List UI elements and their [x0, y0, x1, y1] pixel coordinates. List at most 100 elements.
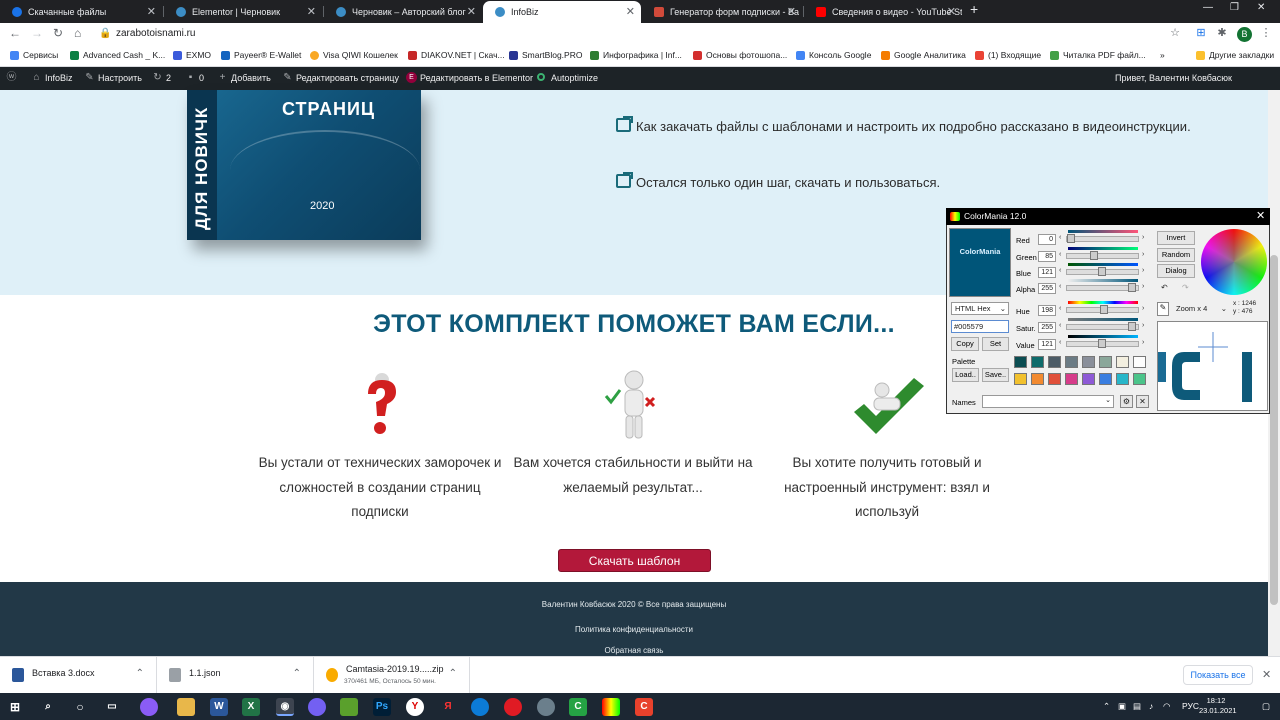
slider-thumb[interactable]: [1098, 267, 1106, 276]
zoom-select[interactable]: Zoom x 4 ⌄: [1173, 302, 1229, 316]
format-select[interactable]: HTML Hex ⌄: [951, 302, 1009, 315]
random-button[interactable]: Random: [1157, 248, 1195, 262]
bookmark-item[interactable]: SmartBlog.PRO: [509, 50, 582, 60]
wifi-icon[interactable]: ◠: [1163, 701, 1170, 712]
translate-icon[interactable]: ⊞: [1195, 27, 1207, 39]
arrow-left-icon[interactable]: ‹: [1059, 283, 1061, 290]
green-slider[interactable]: [1066, 253, 1139, 259]
palette-color-swatch[interactable]: [1065, 373, 1078, 385]
taskbar-clock[interactable]: 18:12 23.01.2021: [1199, 696, 1237, 716]
bookmark-item[interactable]: Google Аналитика: [881, 50, 966, 60]
bookmark-item[interactable]: Читалка PDF файл...: [1050, 50, 1146, 60]
app-icon-gray[interactable]: [537, 698, 555, 716]
palette-color-swatch[interactable]: [1031, 356, 1044, 368]
palette-color-swatch[interactable]: [1099, 373, 1112, 385]
palette-color-swatch[interactable]: [1065, 356, 1078, 368]
volume-icon[interactable]: ♪: [1149, 701, 1153, 711]
palette-color-swatch[interactable]: [1082, 356, 1095, 368]
tab-infobiz[interactable]: InfoBiz ✕: [483, 1, 641, 23]
close-icon[interactable]: ✕: [947, 1, 956, 23]
close-icon[interactable]: ✕: [787, 1, 796, 23]
chevron-up-icon[interactable]: ⌃: [293, 668, 301, 679]
arrow-left-icon[interactable]: ‹: [1059, 234, 1061, 241]
address-bar[interactable]: zarabotoisnami.ru: [116, 28, 195, 39]
scrollbar-thumb[interactable]: [1270, 255, 1278, 605]
bookmark-item[interactable]: Инфографика | Inf...: [590, 50, 682, 60]
names-select[interactable]: ⌄: [982, 395, 1114, 408]
bookmark-other[interactable]: Другие закладки: [1196, 50, 1274, 60]
arrow-left-icon[interactable]: ‹: [1059, 322, 1061, 329]
menu-icon[interactable]: ⋮: [1260, 27, 1272, 39]
palette-color-swatch[interactable]: [1082, 373, 1095, 385]
minimize-icon[interactable]: —: [1203, 2, 1213, 13]
tab-elementor[interactable]: Elementor | Черновик ✕: [164, 1, 322, 23]
yandex-icon[interactable]: Я: [439, 698, 457, 716]
tab-draft-blog[interactable]: Черновик – Авторский блог ✕: [324, 1, 482, 23]
bookmark-item[interactable]: Сервисы: [10, 50, 58, 60]
slider-thumb[interactable]: [1100, 305, 1108, 314]
arrow-left-icon[interactable]: ‹: [1059, 267, 1061, 274]
chrome-icon[interactable]: ◉: [276, 698, 294, 716]
gear-icon[interactable]: ⚙: [1120, 395, 1133, 408]
undo-icon[interactable]: ↶: [1161, 283, 1168, 292]
download-item-in-progress[interactable]: Camtasia-2019.19.....zip 370/461 МБ, Оста…: [314, 657, 470, 694]
download-template-button[interactable]: Скачать шаблон: [558, 549, 711, 572]
forward-icon[interactable]: →: [31, 26, 43, 40]
download-item[interactable]: Вставка 3.docx ⌃: [0, 657, 157, 694]
red-slider[interactable]: [1066, 236, 1139, 242]
palette-color-swatch[interactable]: [1031, 373, 1044, 385]
home-icon[interactable]: ⌂: [74, 26, 81, 40]
bookmarks-overflow-button[interactable]: »: [1160, 50, 1165, 60]
app-icon-purple[interactable]: [140, 698, 158, 716]
windows-start-icon[interactable]: ⊞: [6, 698, 24, 716]
bookmark-item[interactable]: EXMO: [173, 50, 211, 60]
arrow-right-icon[interactable]: ›: [1142, 339, 1144, 346]
save-palette-button[interactable]: Save..: [982, 368, 1009, 382]
slider-thumb[interactable]: [1067, 234, 1075, 243]
bookmark-item[interactable]: Основы фотошопа...: [693, 50, 787, 60]
edge-icon[interactable]: [471, 698, 489, 716]
wp-updates[interactable]: ↻ 2: [152, 72, 171, 83]
hue-value[interactable]: 198: [1038, 305, 1056, 316]
arrow-left-icon[interactable]: ‹: [1059, 339, 1061, 346]
red-value[interactable]: 0: [1038, 234, 1056, 245]
wp-edit-page[interactable]: ✎ Редактировать страницу: [282, 72, 399, 83]
colormania-taskbar-icon[interactable]: [602, 698, 620, 716]
bookmark-item[interactable]: Payeer® E-Wallet: [221, 50, 301, 60]
reload-icon[interactable]: ↻: [53, 26, 63, 40]
notes-icon[interactable]: [340, 698, 358, 716]
close-icon[interactable]: ✕: [1256, 209, 1265, 222]
wp-new[interactable]: + Добавить: [217, 72, 271, 83]
lock-icon[interactable]: 🔒: [99, 28, 111, 39]
wp-autoptimize[interactable]: Autoptimize: [537, 73, 598, 83]
tray-chevron-icon[interactable]: ⌃: [1103, 701, 1110, 712]
bookmark-item[interactable]: DIAKOV.NET | Скач...: [408, 50, 505, 60]
wp-customize[interactable]: ✎ Настроить: [84, 72, 142, 83]
feedback-link[interactable]: Обратная связь: [0, 646, 1268, 655]
eyedropper-icon[interactable]: ✎: [1157, 302, 1169, 316]
invert-button[interactable]: Invert: [1157, 231, 1195, 245]
palette-color-swatch[interactable]: [1133, 373, 1146, 385]
wp-account[interactable]: Привет, Валентин Ковбасюк: [1115, 73, 1232, 83]
set-button[interactable]: Set: [982, 337, 1009, 351]
show-all-downloads-button[interactable]: Показать все: [1183, 665, 1253, 685]
bookmark-item[interactable]: (1) Входящие: [975, 50, 1041, 60]
arrow-left-icon[interactable]: ‹: [1059, 251, 1061, 258]
star-icon[interactable]: ☆: [1169, 27, 1181, 39]
excel-icon[interactable]: X: [242, 698, 260, 716]
arrow-right-icon[interactable]: ›: [1142, 234, 1144, 241]
wp-edit-elementor[interactable]: E Редактировать в Elementor: [406, 72, 533, 83]
task-view-icon[interactable]: ▭: [103, 698, 121, 716]
wp-comments[interactable]: ▪ 0: [185, 72, 204, 83]
word-icon[interactable]: W: [210, 698, 228, 716]
load-palette-button[interactable]: Load..: [952, 368, 979, 382]
arrow-right-icon[interactable]: ›: [1142, 251, 1144, 258]
palette-color-swatch[interactable]: [1133, 356, 1146, 368]
network-icon[interactable]: ▤: [1133, 701, 1141, 712]
saturation-value[interactable]: 255: [1038, 322, 1056, 333]
download-item[interactable]: 1.1.json ⌃: [157, 657, 314, 694]
bookmark-item[interactable]: Visa QIWI Кошелек: [310, 50, 398, 60]
clear-icon[interactable]: ✕: [1136, 395, 1149, 408]
photoshop-icon[interactable]: Ps: [373, 698, 391, 716]
new-tab-button[interactable]: +: [970, 1, 978, 17]
